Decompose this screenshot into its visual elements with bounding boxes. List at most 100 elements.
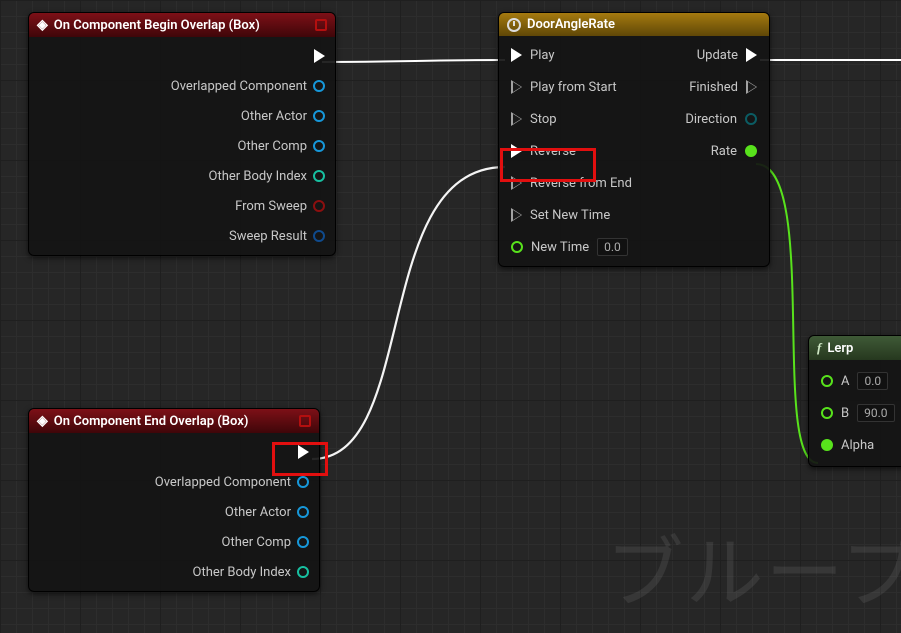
output-pin[interactable]: Other Body Index — [209, 165, 326, 187]
object-pin-icon — [297, 506, 309, 518]
float-input[interactable]: 90.0 — [857, 404, 894, 422]
timeline-icon — [507, 18, 521, 32]
input-column: Play Play from Start Stop Reverse Revers… — [511, 44, 632, 258]
node-header[interactable]: f Lerp — [809, 336, 901, 360]
pin-label: Reverse from End — [530, 176, 632, 191]
pin-label: Direction — [685, 112, 737, 127]
exec-icon — [314, 49, 325, 63]
node-header[interactable]: ◈ On Component Begin Overlap (Box) — [29, 13, 335, 37]
node-title: Lerp — [827, 341, 853, 356]
node-title: On Component Begin Overlap (Box) — [54, 18, 260, 33]
pin-label: Sweep Result — [229, 229, 307, 244]
output-pin-direction[interactable]: Direction — [685, 108, 757, 130]
exec-out-pin[interactable] — [314, 45, 325, 67]
exec-out-update[interactable]: Update — [697, 44, 757, 66]
exec-in-reverse-from-end[interactable]: Reverse from End — [511, 172, 632, 194]
float-pin-icon — [821, 439, 833, 451]
output-pin[interactable]: Other Comp — [238, 135, 325, 157]
output-pin[interactable]: Other Comp — [222, 531, 309, 553]
pin-label: A — [841, 374, 849, 389]
event-icon: ◈ — [37, 413, 48, 429]
exec-in-play[interactable]: Play — [511, 44, 632, 66]
float-input[interactable]: 0.0 — [857, 372, 888, 390]
watermark-text: ブループ — [606, 511, 901, 623]
pin-label: Overlapped Component — [155, 475, 291, 490]
struct-pin-icon — [313, 230, 325, 242]
node-title: DoorAngleRate — [527, 17, 615, 32]
object-pin-icon — [313, 110, 325, 122]
exec-icon — [298, 445, 309, 459]
node-timeline[interactable]: DoorAngleRate Play Play from Start Stop … — [498, 12, 770, 267]
exec-icon — [511, 112, 522, 126]
object-pin-icon — [313, 80, 325, 92]
exec-icon — [511, 176, 522, 190]
function-icon: f — [817, 340, 821, 356]
pin-label: Finished — [689, 80, 738, 95]
output-pin[interactable]: Other Actor — [241, 105, 325, 127]
pin-label: Other Body Index — [193, 565, 292, 580]
float-input[interactable]: 0.0 — [597, 238, 628, 256]
exec-icon — [746, 48, 757, 62]
exec-in-stop[interactable]: Stop — [511, 108, 632, 130]
output-pin[interactable]: Sweep Result — [229, 225, 325, 247]
node-body: Overlapped Component Other Actor Other C… — [29, 433, 319, 591]
exec-in-reverse[interactable]: Reverse — [511, 140, 632, 162]
pin-label: Alpha — [841, 438, 874, 453]
exec-icon — [511, 48, 522, 62]
exec-icon — [511, 208, 522, 222]
node-body: A 0.0 B 90.0 Alpha — [809, 360, 901, 466]
byte-pin-icon — [745, 113, 757, 125]
delegate-pin-icon[interactable] — [299, 415, 311, 427]
pin-label: Other Actor — [225, 505, 291, 520]
float-pin-icon — [511, 241, 523, 253]
pin-label: Rate — [711, 144, 737, 159]
input-b[interactable]: B 90.0 — [821, 402, 895, 424]
output-pin[interactable]: Other Actor — [225, 501, 309, 523]
pin-label: Play — [530, 48, 555, 63]
exec-out-finished[interactable]: Finished — [689, 76, 757, 98]
output-pin[interactable]: Overlapped Component — [171, 75, 325, 97]
exec-in-play-from-start[interactable]: Play from Start — [511, 76, 632, 98]
exec-icon — [511, 144, 522, 158]
int-pin-icon — [313, 170, 325, 182]
node-header[interactable]: ◈ On Component End Overlap (Box) — [29, 409, 319, 433]
pin-label: B — [841, 406, 849, 421]
delegate-pin-icon[interactable] — [315, 19, 327, 31]
pin-label: Other Comp — [222, 535, 291, 550]
output-pin[interactable]: Overlapped Component — [155, 471, 309, 493]
output-pin-rate[interactable]: Rate — [711, 140, 757, 162]
output-pin[interactable]: From Sweep — [235, 195, 325, 217]
exec-in-set-new-time[interactable]: Set New Time — [511, 204, 632, 226]
output-pin[interactable]: Other Body Index — [193, 561, 310, 583]
int-pin-icon — [297, 566, 309, 578]
float-pin-icon — [821, 407, 833, 419]
pin-label: Play from Start — [530, 80, 617, 95]
object-pin-icon — [297, 476, 309, 488]
node-body: Play Play from Start Stop Reverse Revers… — [499, 36, 769, 266]
pin-label: Update — [697, 48, 738, 63]
pin-label: Other Actor — [241, 109, 307, 124]
input-alpha[interactable]: Alpha — [821, 434, 874, 456]
output-column: Update Finished Direction Rate — [664, 44, 757, 258]
event-icon: ◈ — [37, 17, 48, 33]
node-body: Overlapped Component Other Actor Other C… — [29, 37, 335, 255]
exec-icon — [746, 80, 757, 94]
input-a[interactable]: A 0.0 — [821, 370, 888, 392]
object-pin-icon — [313, 140, 325, 152]
node-begin-overlap[interactable]: ◈ On Component Begin Overlap (Box) Overl… — [28, 12, 336, 256]
exec-out-pin[interactable] — [298, 441, 309, 463]
pin-label: Set New Time — [530, 208, 610, 223]
node-end-overlap[interactable]: ◈ On Component End Overlap (Box) Overlap… — [28, 408, 320, 592]
node-header[interactable]: DoorAngleRate — [499, 13, 769, 36]
pin-label: Other Body Index — [209, 169, 308, 184]
pin-label: Reverse — [530, 144, 576, 159]
pin-label: Stop — [530, 112, 557, 127]
pin-label: From Sweep — [235, 199, 307, 214]
node-lerp[interactable]: f Lerp A 0.0 B 90.0 Alpha — [808, 335, 901, 467]
float-pin-icon — [745, 145, 757, 157]
exec-icon — [511, 80, 522, 94]
float-pin-icon — [821, 375, 833, 387]
new-time-input[interactable]: New Time 0.0 — [511, 236, 632, 258]
pin-label: Overlapped Component — [171, 79, 307, 94]
pin-label: Other Comp — [238, 139, 307, 154]
